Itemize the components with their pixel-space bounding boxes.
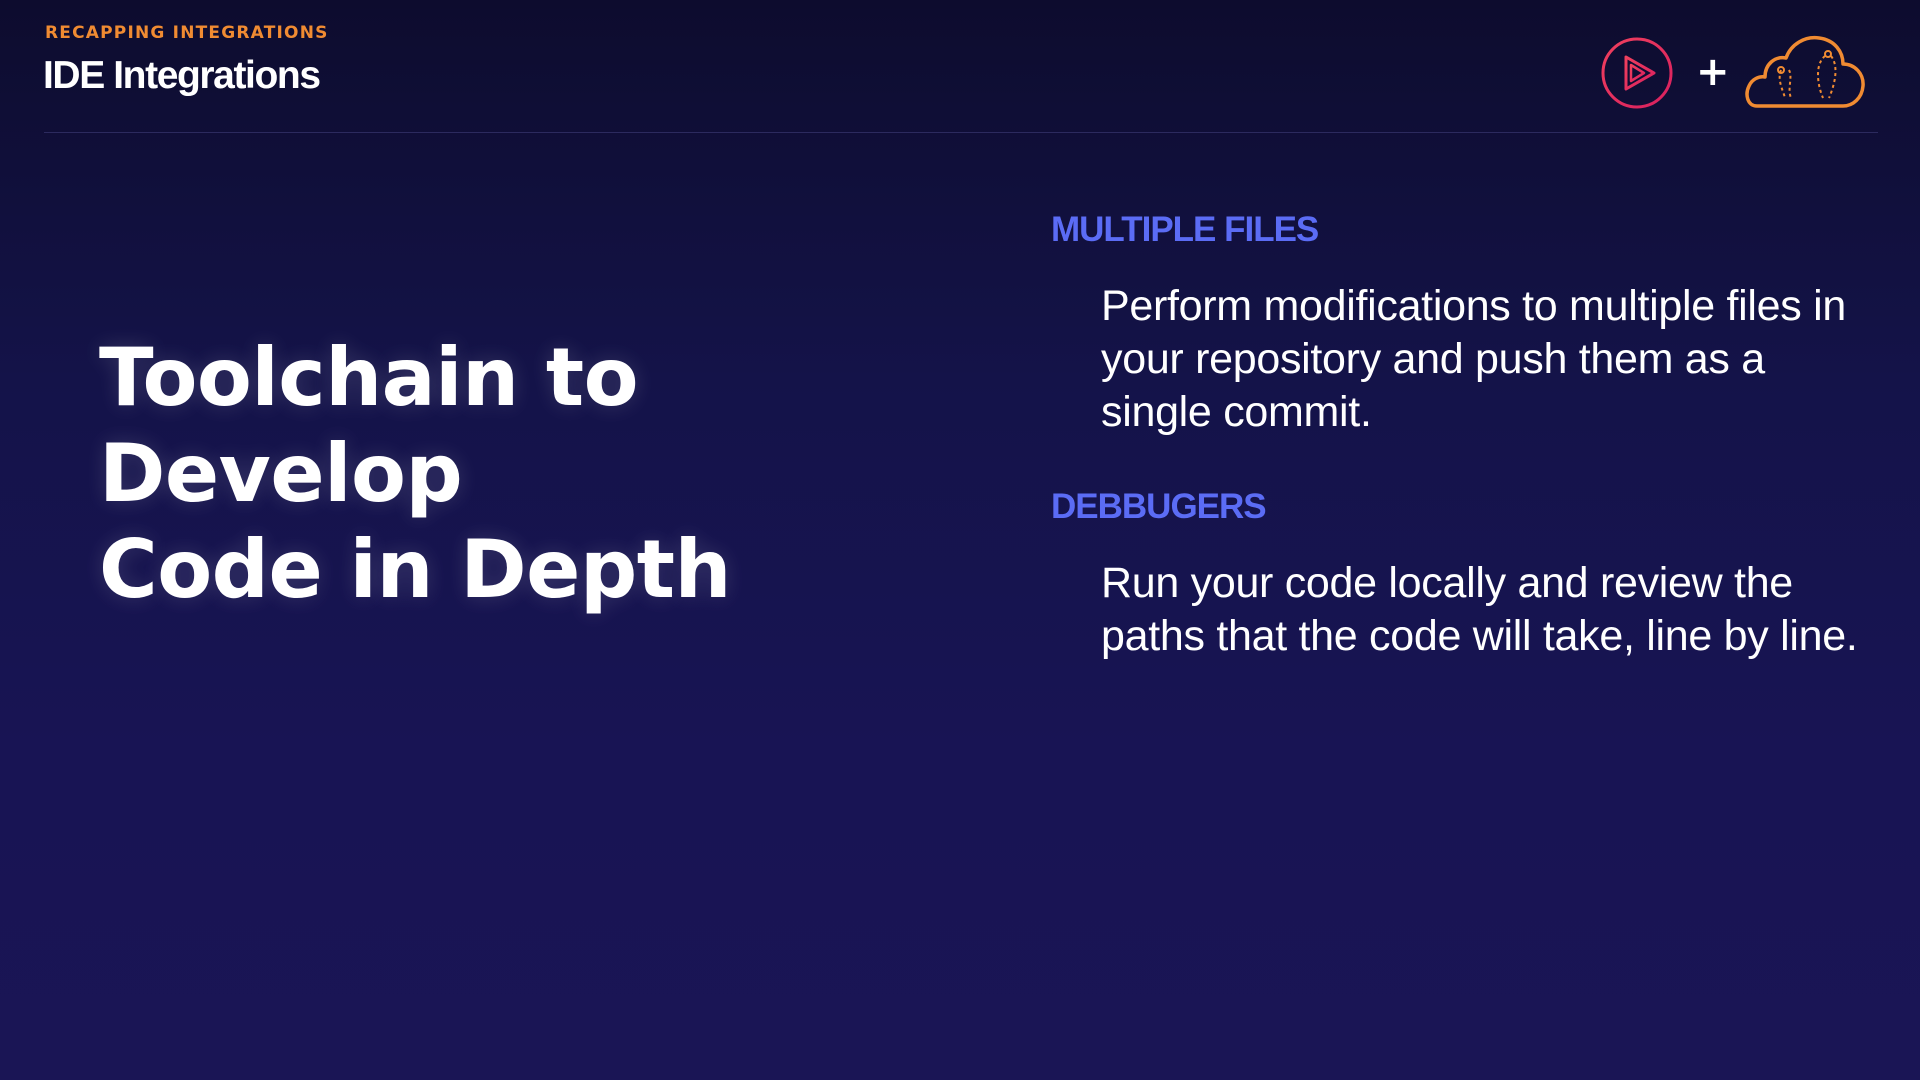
play-triangle-icon [1601,37,1673,109]
header-divider [44,132,1878,133]
feature-description: Run your code locally and review the pat… [1101,559,1858,660]
feature-description: Perform modifications to multiple files … [1101,282,1846,436]
slide-header: RECAPPING INTEGRATIONS IDE Integrations … [0,0,1920,134]
hero-heading: Toolchain to Develop Code in Depth [99,330,979,618]
section-kicker: RECAPPING INTEGRATIONS [45,23,329,43]
cloud-icon [1745,35,1865,108]
plus-sign: + [1696,49,1730,95]
slide-title: IDE Integrations [43,54,321,97]
feature-multiple-files: MULTIPLE FILES Perform modifications to … [1051,210,1851,439]
feature-debuggers: DEBBUGERS Run your code locally and revi… [1051,487,1858,663]
hero-line-1: Toolchain to Develop [99,331,639,520]
feature-heading: MULTIPLE FILES [1051,210,1319,249]
hero-line-2: Code in Depth [99,523,731,616]
feature-heading: DEBBUGERS [1051,487,1267,526]
brand-logos: + [1600,34,1890,114]
